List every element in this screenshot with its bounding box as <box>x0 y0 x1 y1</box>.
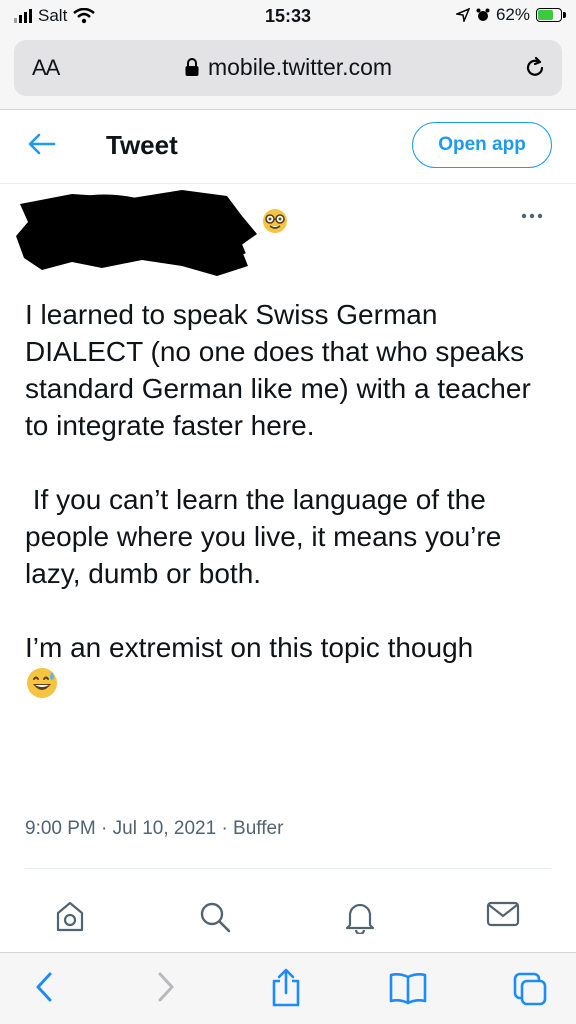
tweet-text: I learned to speak Swiss German DIALECT … <box>25 296 560 703</box>
address-url[interactable]: mobile.twitter.com <box>14 54 562 81</box>
url-text: mobile.twitter.com <box>207 54 393 80</box>
tweet-paragraph-2: If you can’t learn the language of the p… <box>25 484 510 589</box>
bell-icon[interactable] <box>344 900 376 934</box>
status-bar: Salt 15:33 62% <box>0 0 576 34</box>
retweet-icon[interactable] <box>54 900 86 934</box>
browser-bottom-bar <box>0 952 576 1024</box>
back-chevron-icon[interactable] <box>34 971 54 1003</box>
battery-icon <box>536 8 566 22</box>
tweet-author[interactable] <box>12 186 552 282</box>
sweat-smile-emoji-icon <box>27 668 57 698</box>
address-bar[interactable]: AA mobile.twitter.com <box>14 40 562 96</box>
reload-icon[interactable] <box>522 54 548 82</box>
back-arrow-icon[interactable] <box>28 132 56 156</box>
browser-toolbar: AA mobile.twitter.com <box>0 34 576 110</box>
redaction-scribble <box>16 190 257 276</box>
nerd-face-emoji-icon <box>263 209 287 233</box>
location-arrow-icon <box>455 8 470 22</box>
bookmarks-icon[interactable] <box>388 971 428 1005</box>
battery-percent: 62% <box>495 5 530 24</box>
forward-chevron-icon[interactable] <box>156 971 176 1003</box>
tabs-icon[interactable] <box>512 971 548 1007</box>
tweet-paragraph-1: I learned to speak Swiss German DIALECT … <box>25 299 539 441</box>
open-app-button[interactable]: Open app <box>412 122 552 168</box>
lock-icon <box>185 58 199 76</box>
page-title: Tweet <box>106 130 178 160</box>
tweet-actions <box>0 888 576 952</box>
tweet-timestamp: 9:00 PM · Jul 10, 2021 · Buffer <box>25 818 284 839</box>
tweet-header: Tweet Open app <box>0 110 576 184</box>
share-icon[interactable] <box>270 967 302 1007</box>
alarm-icon <box>476 8 490 21</box>
more-options-icon[interactable] <box>520 212 544 220</box>
search-icon[interactable] <box>198 900 232 934</box>
divider <box>25 868 551 869</box>
status-right: 62% <box>455 5 566 25</box>
tweet-paragraph-3: I’m an extremist on this topic though <box>25 632 474 663</box>
mail-icon[interactable] <box>486 900 520 928</box>
